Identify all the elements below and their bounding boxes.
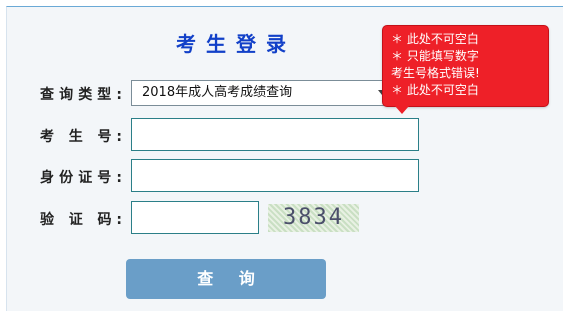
captcha-label: 验 证 码: — [40, 212, 122, 228]
query-type-value: 2018年成人高考成绩查询 — [142, 85, 293, 100]
tooltip-line: ＊ 此处不可空白 — [391, 32, 479, 46]
tooltip-line: ＊ 此处不可空白 — [391, 83, 479, 97]
tooltip-pointer — [395, 106, 409, 114]
query-type-label: 查询类型: — [40, 87, 122, 103]
captcha-image[interactable]: 3834 — [268, 204, 359, 232]
exam-number-label: 考 生 号: — [40, 129, 122, 145]
exam-number-input[interactable] — [131, 118, 419, 151]
tooltip-line: 考生号格式错误! — [391, 66, 480, 80]
id-number-input[interactable] — [131, 159, 419, 192]
validation-tooltip: ＊ 此处不可空白 ＊ 只能填写数字 考生号格式错误! ＊ 此处不可空白 — [383, 26, 548, 106]
query-type-select[interactable]: 2018年成人高考成绩查询 — [131, 80, 393, 106]
id-number-label: 身份证号: — [40, 170, 122, 186]
captcha-input[interactable] — [131, 201, 259, 234]
query-button[interactable]: 查 询 — [126, 259, 326, 299]
tooltip-line: ＊ 只能填写数字 — [391, 49, 479, 63]
